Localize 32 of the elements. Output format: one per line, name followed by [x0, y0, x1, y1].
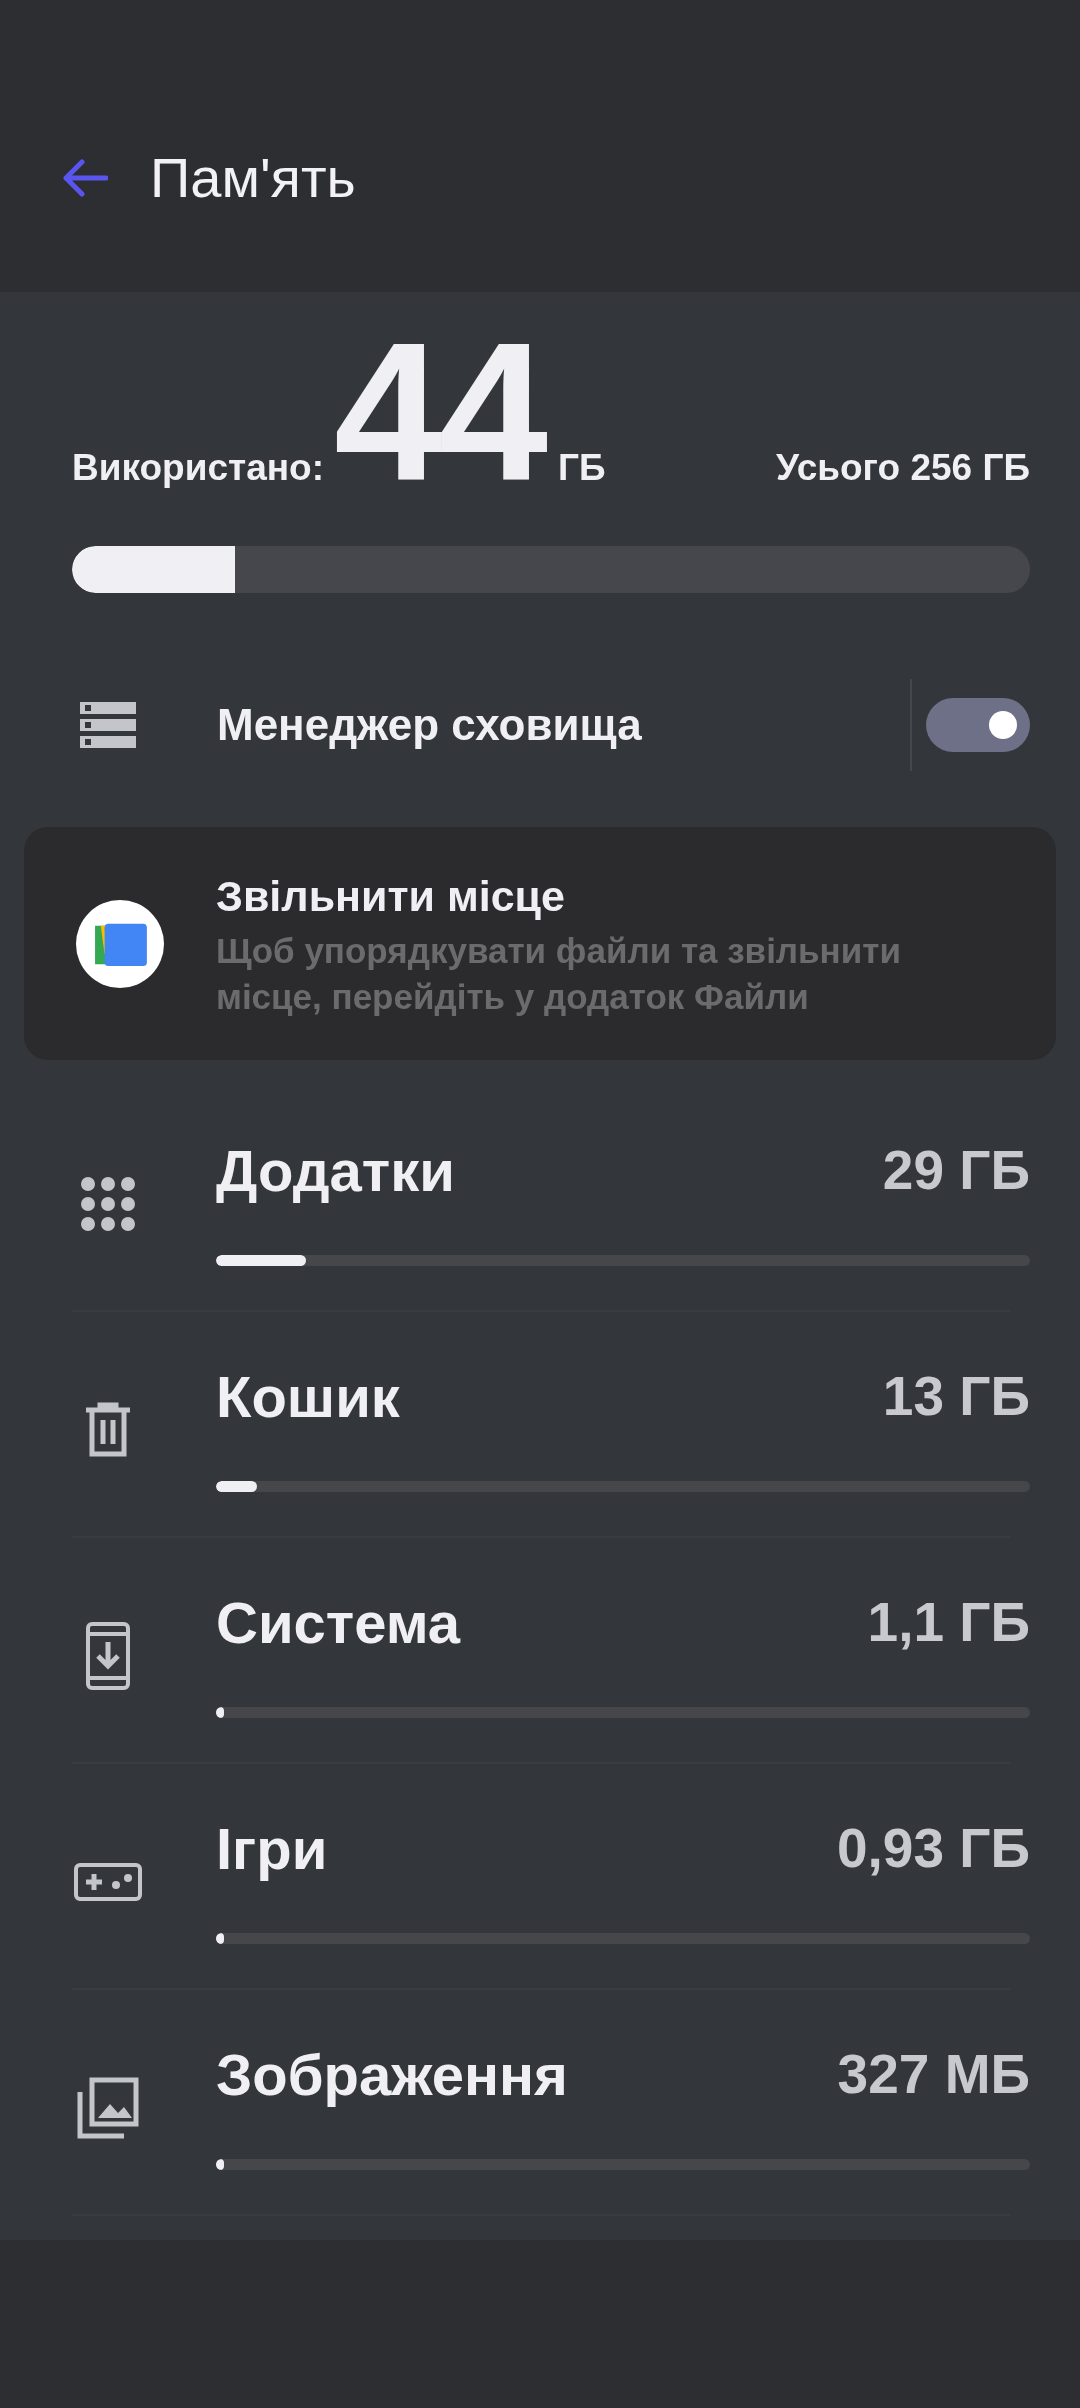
category-row[interactable]: Зображення 327 МБ: [0, 1988, 1030, 2214]
server-list-icon: [80, 702, 136, 748]
category-row[interactable]: Ігри 0,93 ГБ: [0, 1762, 1030, 1988]
page-title: Пам'ять: [150, 145, 356, 211]
category-size: 1,1 ГБ: [867, 1590, 1030, 1654]
category-row[interactable]: Кошик 13 ГБ: [0, 1310, 1030, 1536]
used-unit: ГБ: [558, 447, 606, 489]
category-name: Ігри: [216, 1814, 328, 1882]
card-title: Звільнити місце: [216, 870, 566, 922]
used-label: Використано:: [72, 447, 324, 489]
setting-label: Менеджер сховища: [217, 700, 643, 750]
category-size: 0,93 ГБ: [836, 1816, 1030, 1880]
gamepad-icon: [74, 1863, 142, 1901]
category-name: Кошик: [216, 1362, 400, 1430]
category-size: 29 ГБ: [882, 1138, 1030, 1202]
toggle-switch[interactable]: [926, 698, 1030, 752]
phone-download-icon: [86, 1622, 130, 1690]
category-name: Система: [216, 1588, 461, 1656]
category-row[interactable]: Система 1,1 ГБ: [0, 1536, 1030, 1762]
trash-icon: [84, 1402, 132, 1458]
card-description: Щоб упорядкувати файли та звільнити місце, перейдіть у додаток Файли: [216, 929, 902, 1018]
category-name: Додатки: [216, 1136, 455, 1204]
used-amount: 44: [334, 318, 544, 508]
category-name: Зображення: [216, 2040, 568, 2108]
category-size: 13 ГБ: [882, 1364, 1030, 1428]
category-size: 327 МБ: [837, 2042, 1030, 2106]
free-up-card[interactable]: Звільнити місце Щоб упорядкувати файли та звільнити місце, перейдіть у додаток Файли: [24, 827, 1056, 1060]
category-row[interactable]: Додатки 29 ГБ: [0, 1084, 1030, 1310]
images-icon: [76, 2076, 140, 2140]
grid-icon: [80, 1176, 136, 1232]
back-icon[interactable]: [60, 158, 108, 198]
total-capacity: Усього 256 ГБ: [776, 447, 1030, 489]
